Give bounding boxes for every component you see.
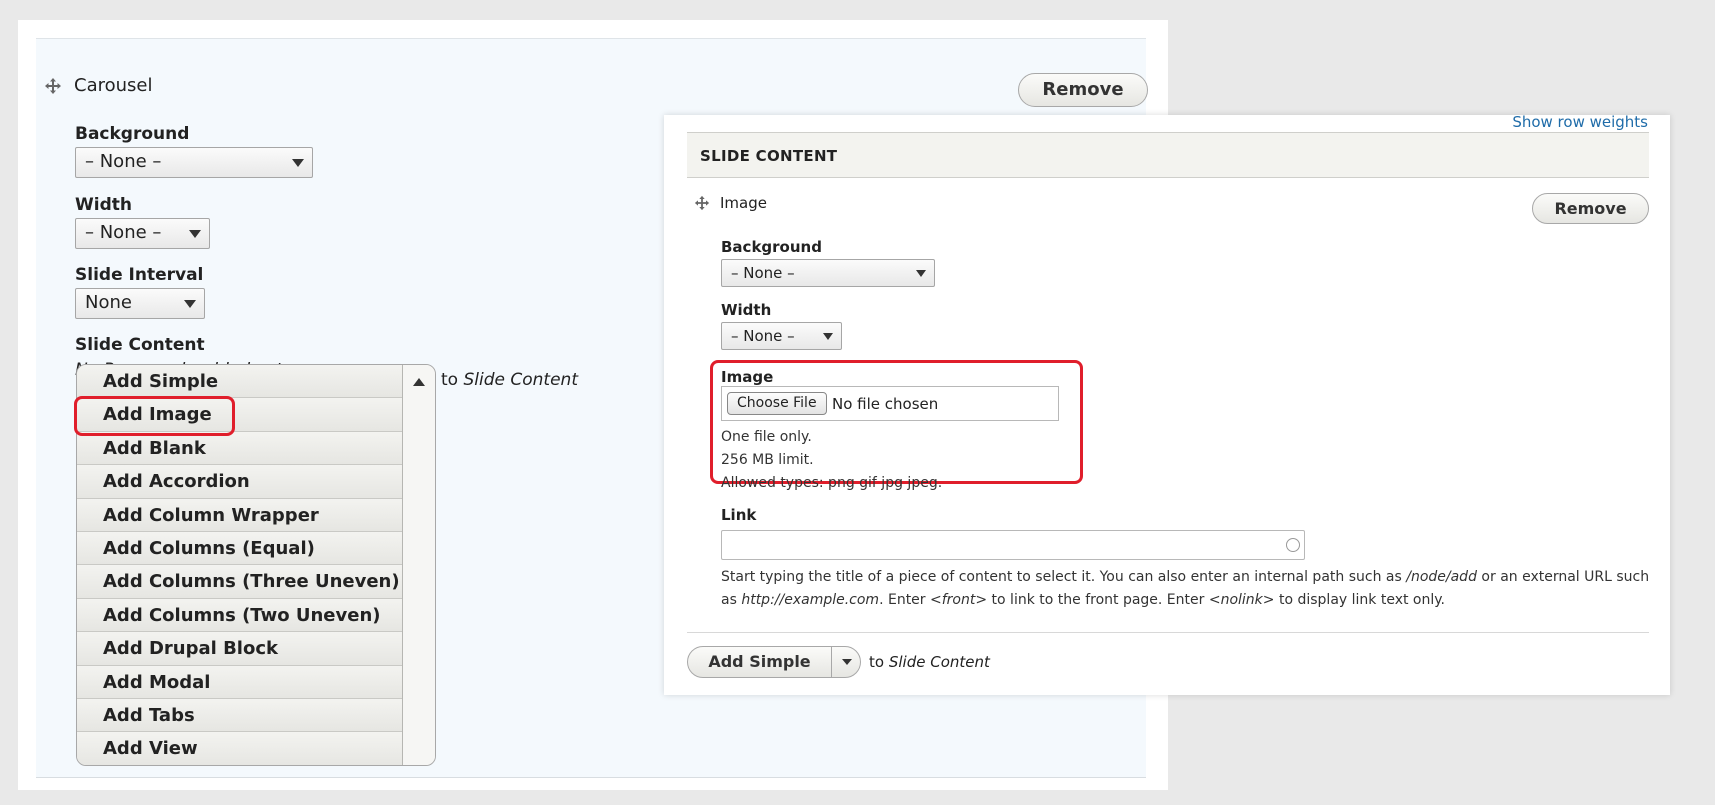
chevron-down-icon [292,159,304,167]
add-column-wrapper-option[interactable]: Add Column Wrapper [77,498,402,532]
section-header: SLIDE CONTENT [687,132,1649,178]
link-help-b: or an external URL such [1476,569,1650,585]
link-help-path: /node/add [1406,569,1477,585]
to-target: Slide Content [463,370,578,390]
show-row-weights-link[interactable]: Show row weights [1512,113,1648,131]
choose-file-button[interactable]: Choose File [727,392,827,415]
add-accordion-option[interactable]: Add Accordion [77,465,402,499]
link-help-nolink: <nolink> [1208,592,1275,608]
to-target: Slide Content [888,653,990,671]
slide-interval-select[interactable]: None [75,288,205,319]
background-select[interactable]: – None – [75,147,313,178]
chevron-down-icon [184,300,196,308]
to-prefix: to [441,370,459,390]
add-simple-option[interactable]: Add Simple [77,365,402,399]
drag-handle-icon[interactable] [694,195,710,211]
width-label: Width [75,195,132,215]
add-columns-three-uneven-option[interactable]: Add Columns (Three Uneven) [77,565,402,599]
link-help-url: http://example.com [741,592,880,608]
autocomplete-icon [1286,538,1300,552]
add-columns-two-uneven-option[interactable]: Add Columns (Two Uneven) [77,598,402,633]
background-label: Background [721,238,822,256]
slide-content-label: Slide Content [75,335,205,355]
link-help-d: . Enter [879,592,931,608]
paragraph-title: Image [720,194,767,212]
add-simple-button[interactable]: Add Simple [688,647,831,677]
chevron-down-icon [842,659,852,665]
link-help-a: Start typing the title of a piece of con… [721,569,1407,585]
width-select[interactable]: – None – [75,218,210,249]
remove-button[interactable]: Remove [1532,193,1649,224]
add-tabs-option[interactable]: Add Tabs [77,699,402,733]
chevron-down-icon [823,333,833,340]
add-blank-option[interactable]: Add Blank [77,431,402,466]
add-image-highlight [74,396,235,436]
link-input[interactable] [721,530,1305,560]
to-slide-content-text: to Slide Content [869,653,990,671]
link-help-e: to link to the front page. Enter [987,592,1209,608]
add-simple-split-button: Add Simple [687,646,861,678]
image-field-label: Image [721,368,774,386]
background-select[interactable]: – None – [721,259,935,287]
drag-handle-icon[interactable] [44,77,62,95]
add-dropdown-toggle[interactable] [831,647,860,677]
width-select-value: – None – [85,222,162,243]
chevron-down-icon [916,270,926,277]
background-label: Background [75,124,190,144]
width-select-value: – None – [731,327,795,345]
divider [687,632,1649,633]
chevron-up-icon [413,378,425,386]
slide-interval-label: Slide Interval [75,265,204,285]
add-columns-equal-option[interactable]: Add Columns (Equal) [77,532,402,566]
add-modal-option[interactable]: Add Modal [77,665,402,699]
to-slide-content-text: to Slide Content [441,370,578,390]
link-help-front: <front> [930,592,988,608]
link-label: Link [721,506,757,524]
slide-interval-select-value: None [85,292,132,313]
width-select[interactable]: – None – [721,322,842,350]
image-help-2: 256 MB limit. [721,452,814,468]
chevron-down-icon [189,230,201,238]
link-help-f: to display link text only. [1274,592,1445,608]
no-file-text: No file chosen [832,395,939,413]
remove-button[interactable]: Remove [1018,73,1148,107]
width-label: Width [721,301,772,319]
dropdown-toggle[interactable] [402,365,435,765]
section-title: SLIDE CONTENT [700,147,838,165]
image-help-3: Allowed types: png gif jpg jpeg. [721,475,943,491]
slide-content-panel: Show row weights SLIDE CONTENT Image Rem… [664,113,1670,695]
background-select-value: – None – [731,264,795,282]
paragraph-title: Carousel [74,75,153,96]
add-view-option[interactable]: Add View [77,732,402,765]
background-select-value: – None – [85,151,162,172]
add-drupal-block-option[interactable]: Add Drupal Block [77,632,402,666]
image-file-input: Choose File No file chosen [721,386,1059,421]
image-help-1: One file only. [721,429,812,445]
to-prefix: to [869,653,885,671]
link-help-c: as [721,592,742,608]
link-help: Start typing the title of a piece of con… [721,566,1651,612]
